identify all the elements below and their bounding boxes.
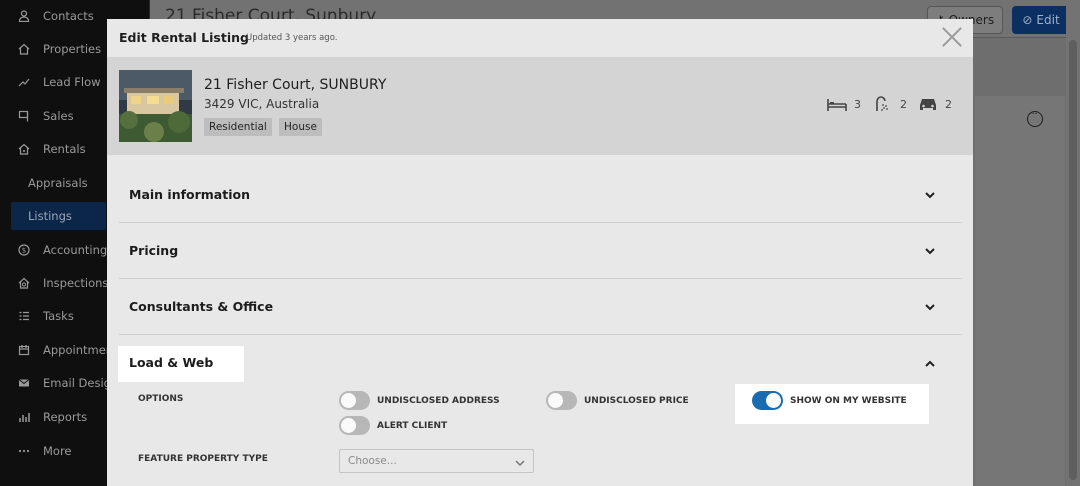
toggle-label: SHOW ON MY WEBSITE <box>790 395 907 406</box>
bedrooms-feature: 3 <box>827 96 861 112</box>
toggle-switch[interactable] <box>339 391 370 410</box>
person-icon <box>17 9 31 23</box>
property-summary: 21 Fisher Court, SUNBURY 3429 VIC, Austr… <box>107 57 973 155</box>
cars-feature: 2 <box>918 96 952 112</box>
toggle-undisclosed-address[interactable]: UNDISCLOSED ADDRESS <box>339 391 500 410</box>
section-main-information[interactable]: Main information <box>119 167 962 223</box>
sidebar-item-label: More <box>43 444 72 458</box>
options-label: OPTIONS <box>138 394 184 404</box>
sidebar-item-label: Sales <box>43 109 74 123</box>
sidebar-item-label: Appraisals <box>28 176 88 190</box>
sidebar-item-listings[interactable]: Listings <box>11 202 106 230</box>
dollar-icon: $ <box>17 243 31 257</box>
calendar-icon <box>17 343 31 357</box>
property-locality: 3429 VIC, Australia <box>204 97 320 111</box>
sidebar-item-label: Lead Flow <box>43 75 101 89</box>
toggle-alert-client[interactable]: ALERT CLIENT <box>339 416 447 435</box>
section-label: Pricing <box>129 243 179 258</box>
sidebar-item-label: Inspections <box>43 276 109 290</box>
toggle-switch[interactable] <box>339 416 370 435</box>
inspect-icon <box>17 276 31 290</box>
section-label: Load & Web <box>129 355 214 370</box>
edit-icon: ⊘ <box>1022 13 1033 27</box>
chevron-down-icon[interactable] <box>923 187 937 201</box>
feature-property-type-select[interactable]: Choose... <box>339 449 534 473</box>
edit-listing-modal: Edit Rental Listing Updated 3 years ago.… <box>107 19 973 486</box>
toggle-undisclosed-price[interactable]: UNDISCLOSED PRICE <box>546 391 689 410</box>
bar-chart-icon <box>17 410 31 424</box>
shower-icon <box>876 96 888 111</box>
bathrooms-feature: 2 <box>873 96 907 112</box>
options-kebab-icon <box>1027 109 1043 127</box>
toggle-label: UNDISCLOSED PRICE <box>584 395 689 406</box>
toggle-label: UNDISCLOSED ADDRESS <box>377 395 500 406</box>
modal-header: Edit Rental Listing Updated 3 years ago. <box>107 19 973 57</box>
sidebar-item-label: Contacts <box>43 9 94 23</box>
toggle-switch[interactable] <box>546 391 577 410</box>
sidebar-item-label: Accounting <box>43 243 108 257</box>
house-key-icon <box>17 142 31 156</box>
property-address: 21 Fisher Court, SUNBURY <box>204 77 387 93</box>
section-label: Consultants & Office <box>129 299 274 314</box>
close-icon[interactable] <box>941 26 963 48</box>
tag-house: House <box>279 118 322 136</box>
tasks-icon <box>17 309 31 323</box>
sidebar-item-label: Listings <box>28 209 72 223</box>
select-placeholder: Choose... <box>348 455 397 467</box>
chevron-down-icon[interactable] <box>923 243 937 257</box>
section-label: Main information <box>129 187 250 202</box>
car-icon <box>920 99 936 110</box>
sidebar-item-label: Reports <box>43 410 88 424</box>
bathrooms-count: 2 <box>900 97 907 111</box>
toggle-show-on-website[interactable]: SHOW ON MY WEBSITE <box>752 391 907 410</box>
sidebar-item-label: Properties <box>43 42 102 56</box>
bedrooms-count: 3 <box>854 97 861 111</box>
flow-icon <box>17 75 31 89</box>
house-icon <box>17 42 31 56</box>
sidebar-item-label: Tasks <box>43 309 74 323</box>
modal-updated-text: Updated 3 years ago. <box>246 33 338 43</box>
page-scrollbar-thumb[interactable] <box>1069 40 1077 480</box>
edit-button[interactable]: ⊘ Edit <box>1012 6 1070 34</box>
feature-property-type-label: FEATURE PROPERTY TYPE <box>138 454 268 464</box>
sidebar-item-label: Rentals <box>43 142 86 156</box>
section-pricing[interactable]: Pricing <box>119 223 962 279</box>
more-icon <box>17 444 31 458</box>
edit-label: Edit <box>1036 13 1060 27</box>
svg-text:$: $ <box>22 247 26 255</box>
cars-count: 2 <box>945 97 952 111</box>
chevron-up-icon[interactable] <box>923 356 937 370</box>
sign-icon <box>17 109 31 123</box>
toggle-switch[interactable] <box>752 391 783 410</box>
bed-icon <box>827 99 847 111</box>
section-consultants-office[interactable]: Consultants & Office <box>119 279 962 335</box>
chevron-down-icon <box>514 455 526 467</box>
chevron-down-icon[interactable] <box>923 299 937 313</box>
background-panel <box>975 96 1065 486</box>
property-photo <box>119 70 192 142</box>
tag-residential: Residential <box>204 118 272 136</box>
toggle-label: ALERT CLIENT <box>377 420 448 431</box>
mail-icon <box>17 376 31 390</box>
modal-title: Edit Rental Listing <box>119 30 249 45</box>
